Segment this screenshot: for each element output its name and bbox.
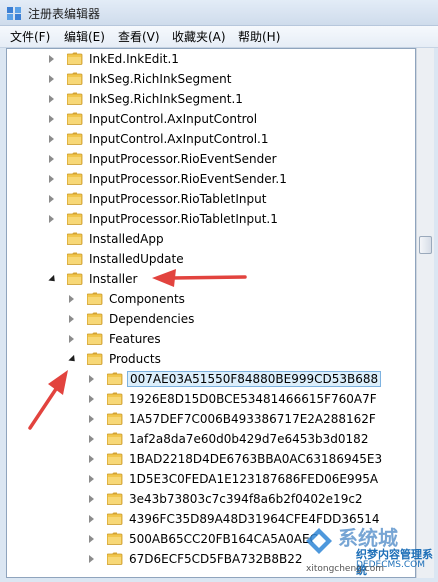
- arrow-to-installer: [152, 269, 247, 287]
- arrow-to-products: [28, 370, 68, 430]
- annotation-arrows: [28, 269, 247, 430]
- watermark-logo-icon: [306, 528, 332, 554]
- watermark: 系统城 织梦内容管理系统 DEDECMS.COM xitongcheng.com: [304, 520, 438, 580]
- watermark-url: xitongcheng.com: [306, 564, 384, 574]
